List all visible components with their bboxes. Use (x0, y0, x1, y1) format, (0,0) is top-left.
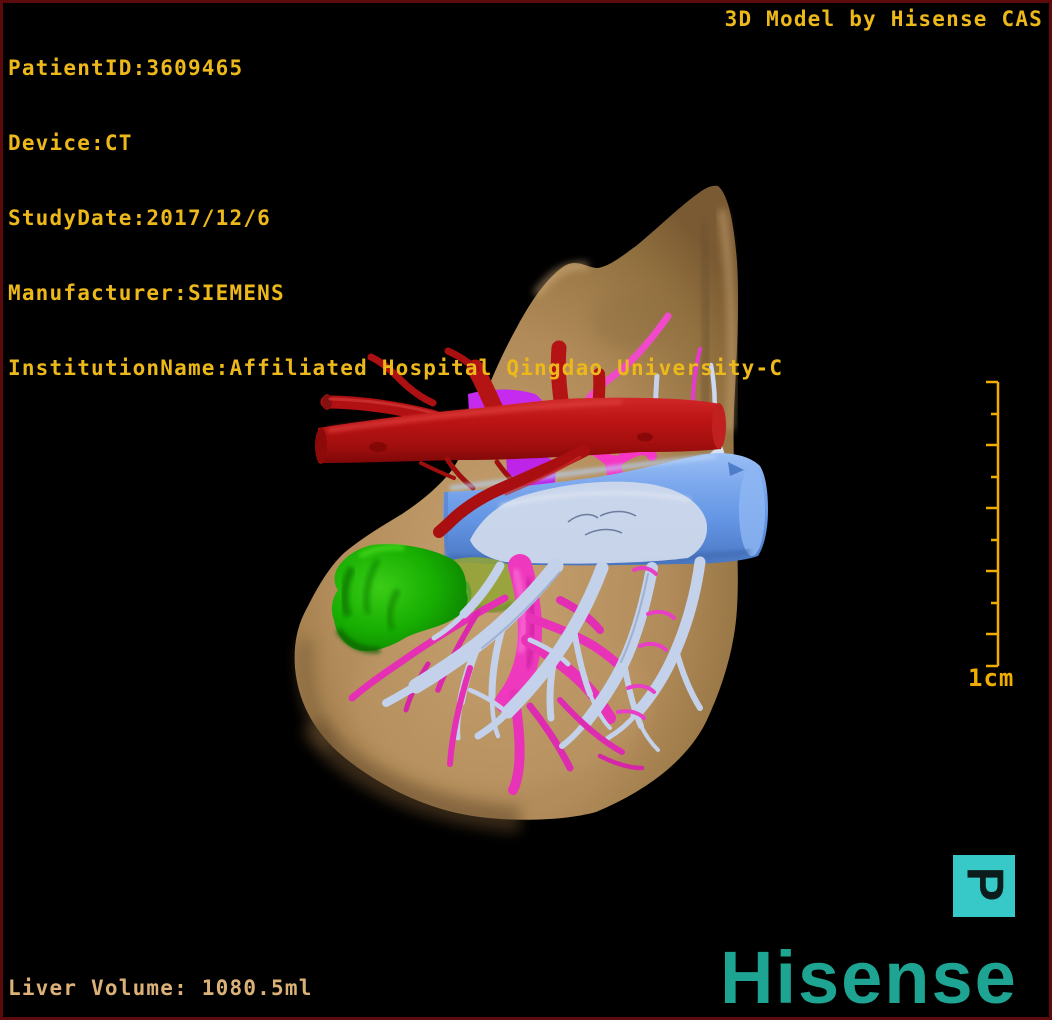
orientation-marker-letter: P (955, 866, 1013, 902)
institution-text: InstitutionName:Affiliated Hospital Qing… (8, 356, 784, 380)
manufacturer-text: Manufacturer:SIEMENS (8, 281, 285, 305)
liver-volume-text: Liver Volume: 1080.5ml (8, 976, 313, 1000)
scale-label: 1cm (968, 664, 1015, 692)
device-text: Device:CT (8, 131, 133, 155)
hisense-logo: Hisense (720, 936, 1018, 1019)
study-date-text: StudyDate:2017/12/6 (8, 206, 272, 230)
scale-bar-ticks (986, 380, 1000, 668)
patient-info-block: PatientID:3609465 Device:CT StudyDate:20… (8, 6, 783, 431)
patient-id-text: PatientID:3609465 (8, 56, 244, 80)
orientation-marker: P (953, 855, 1015, 917)
scale-bar: 1cm (960, 370, 1040, 700)
watermark-text: 3D Model by Hisense CAS (724, 7, 1043, 31)
viewer-window: PatientID:3609465 Device:CT StudyDate:20… (0, 0, 1052, 1020)
